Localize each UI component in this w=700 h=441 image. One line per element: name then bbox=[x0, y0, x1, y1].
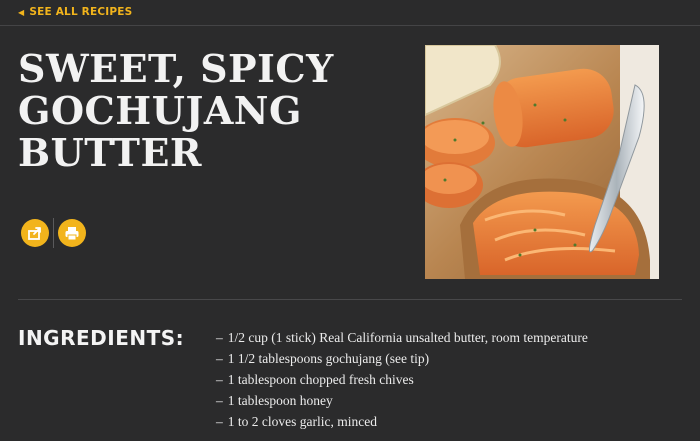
recipe-photo-image bbox=[425, 45, 659, 279]
recipe-actions bbox=[21, 218, 86, 248]
title-line: SWEET, SPICY bbox=[18, 46, 334, 91]
recipe-photo bbox=[425, 45, 659, 279]
title-line: BUTTER bbox=[18, 130, 203, 175]
section-divider bbox=[18, 299, 682, 300]
ingredients-list: –1/2 cup (1 stick) Real California unsal… bbox=[216, 327, 588, 432]
ingredients-heading: INGREDIENTS: bbox=[18, 326, 185, 350]
print-icon bbox=[65, 227, 79, 241]
title-line: GOCHUJANG bbox=[18, 88, 302, 133]
ingredient-item: –1/2 cup (1 stick) Real California unsal… bbox=[216, 330, 588, 345]
ingredient-item: –1 to 2 cloves garlic, minced bbox=[216, 414, 377, 429]
print-button[interactable] bbox=[58, 219, 86, 247]
ingredient-item: –1 tablespoon chopped fresh chives bbox=[216, 372, 414, 387]
chevron-left-icon: ◀ bbox=[18, 7, 25, 17]
ingredient-item: –1 tablespoon honey bbox=[216, 393, 333, 408]
recipe-title: SWEET, SPICY GOCHUJANG BUTTER bbox=[18, 48, 418, 174]
actions-divider bbox=[53, 218, 54, 248]
see-all-recipes-label: SEE ALL RECIPES bbox=[29, 6, 133, 18]
share-icon bbox=[28, 227, 41, 240]
top-bar: ◀ SEE ALL RECIPES bbox=[0, 0, 700, 26]
see-all-recipes-link[interactable]: ◀ SEE ALL RECIPES bbox=[18, 6, 132, 18]
share-button[interactable] bbox=[21, 219, 49, 247]
ingredient-item: –1 1/2 tablespoons gochujang (see tip) bbox=[216, 351, 430, 366]
